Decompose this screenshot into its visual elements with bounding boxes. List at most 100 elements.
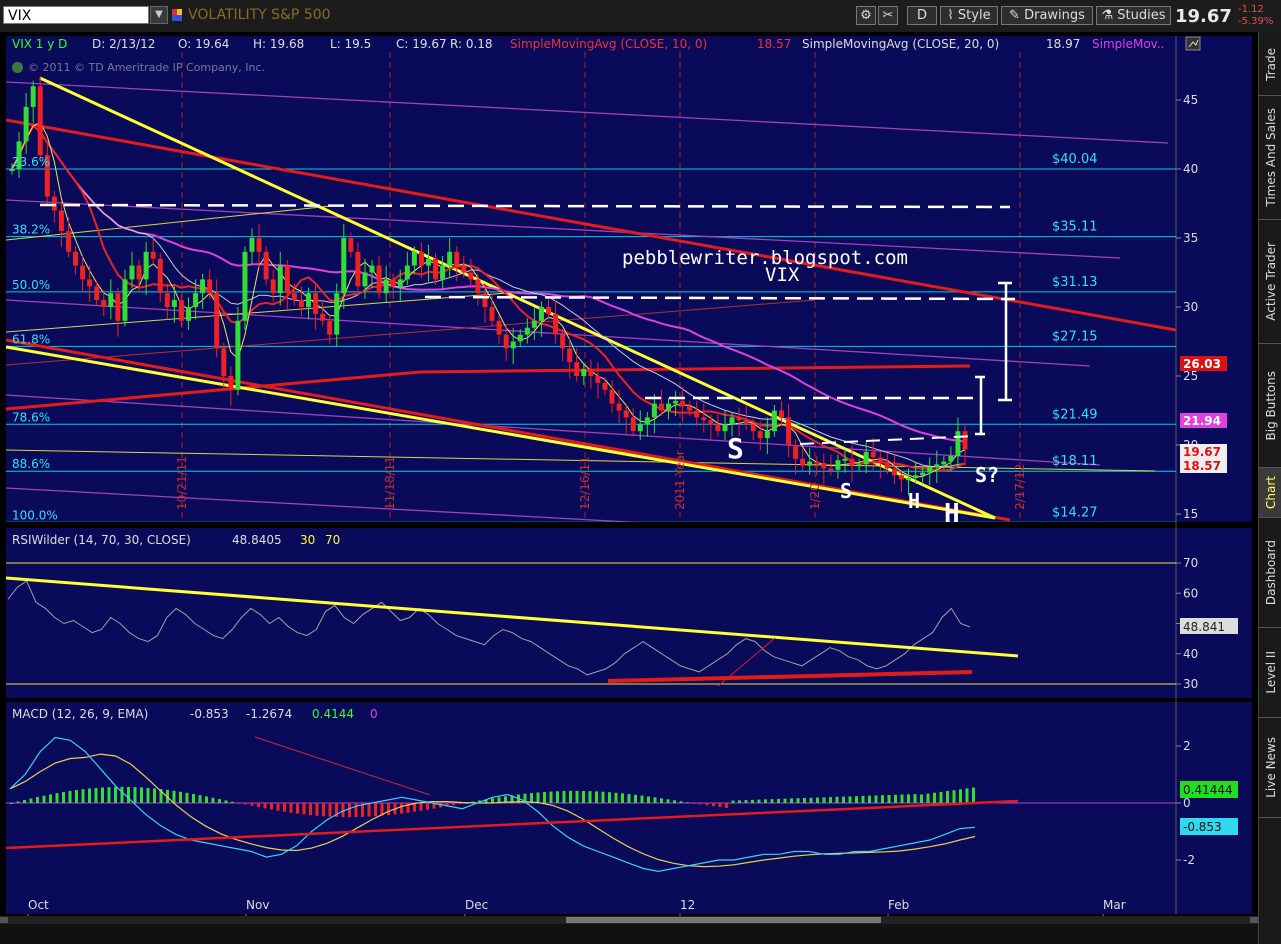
macd-histogram-bar	[673, 800, 676, 803]
rsi-panel[interactable]	[6, 528, 1252, 698]
macd-histogram-bar	[289, 803, 293, 813]
candle-body	[277, 265, 283, 294]
fib-value-label: $27.15	[1052, 329, 1098, 344]
flask-icon: ⚗	[1101, 8, 1114, 23]
candle-body	[475, 279, 481, 294]
candle-body	[362, 272, 368, 287]
x-axis-label: Dec	[465, 898, 488, 912]
macd-histogram-bar	[133, 787, 137, 803]
scroll-right-icon[interactable]	[1250, 917, 1258, 923]
macd-histogram-bar	[640, 795, 644, 803]
candle-body	[425, 258, 431, 266]
time-scrollbar[interactable]	[0, 916, 1258, 944]
badge-sma-mid: 21.94	[1183, 414, 1221, 428]
rsi-os: 70	[325, 533, 340, 547]
macd-histogram-bar	[666, 799, 670, 803]
panel-maximize-icon[interactable]	[1185, 36, 1201, 51]
macd-histogram-bar	[23, 799, 26, 803]
candle-body	[129, 265, 135, 280]
candle-body	[291, 293, 297, 301]
style-button[interactable]: ⌇ Style	[940, 6, 998, 25]
sidebar-tab-trade[interactable]: Trade	[1259, 34, 1281, 96]
macd-panel[interactable]	[6, 702, 1252, 914]
candle-body	[263, 251, 269, 280]
macd-histogram-bar	[731, 800, 735, 803]
open-label: O: 19.64	[178, 37, 229, 51]
link-icon[interactable]: ✂	[878, 6, 898, 25]
vix-chart[interactable]: VIX 1 y D D: 2/13/12 O: 19.64 H: 19.68 L…	[0, 32, 1258, 944]
scroll-left-icon[interactable]	[0, 917, 8, 923]
candle-body	[510, 341, 516, 349]
candle-body	[588, 369, 594, 376]
net-change: -1.12	[1238, 4, 1264, 15]
candle-body	[786, 417, 792, 445]
percent-change: -5.39%	[1238, 16, 1274, 27]
macd-avg: -1.2674	[246, 707, 292, 721]
sidebar-tab-label: Dashboard	[1263, 539, 1278, 606]
studies-button[interactable]: ⚗ Studies	[1096, 6, 1171, 25]
macd-histogram-bar	[88, 788, 91, 803]
x-axis-label: Nov	[246, 898, 269, 912]
pencil-icon: ✎	[1009, 8, 1020, 23]
macd-histogram-bar	[738, 800, 741, 803]
macd-histogram-bar	[926, 793, 930, 803]
chart-settings-icon[interactable]: ⚙	[856, 6, 876, 25]
macd-histogram-bar	[842, 796, 845, 803]
candle-body	[609, 389, 615, 404]
x-axis-label: Mar	[1103, 898, 1126, 912]
candle-body	[553, 313, 559, 335]
fib-pct-label: 50.0%	[12, 278, 50, 292]
candle-body	[397, 279, 403, 287]
macd-histogram-bar	[198, 795, 202, 803]
candle-body	[185, 307, 191, 321]
candle-body	[87, 279, 93, 287]
macd-histogram-bar	[835, 796, 839, 803]
symbol-input[interactable]: VIX	[3, 6, 149, 24]
candle-body	[658, 403, 664, 411]
macd-histogram-bar	[699, 803, 702, 805]
candle-body	[538, 307, 544, 321]
price-axis-label: 25	[1183, 369, 1198, 383]
macd-histogram-bar	[764, 799, 767, 803]
candle-body	[927, 467, 933, 473]
sidebar-tab-level-ii[interactable]: Level II	[1259, 628, 1281, 718]
macd-histogram-bar	[913, 794, 917, 803]
macd-histogram-bar	[10, 803, 13, 804]
chart-toolbar: VIX ▼ VOLATILITY S&P 500 ⚙ ✂ D ⌇ Style ✎…	[0, 0, 1281, 33]
macd-histogram-bar	[887, 795, 891, 803]
candle-body	[482, 293, 488, 307]
macd-histogram-bar	[101, 787, 104, 803]
sidebar-tab-active-trader[interactable]: Active Trader	[1259, 220, 1281, 344]
symbol-dropdown-button[interactable]: ▼	[150, 6, 168, 24]
candle-body	[863, 451, 869, 465]
sidebar-tab-dashboard[interactable]: Dashboard	[1259, 518, 1281, 628]
style-icon: ⌇	[947, 8, 954, 23]
scrollbar-thumb[interactable]	[566, 917, 881, 923]
candle-body	[256, 238, 262, 252]
date-marker-label: 12/16/11	[578, 456, 592, 510]
date-marker-label: 1/20	[808, 483, 822, 510]
candle-body	[764, 431, 770, 439]
sidebar-tab-live-news[interactable]: Live News	[1259, 718, 1281, 818]
macd-histogram-bar	[705, 803, 709, 806]
candle-body	[821, 462, 827, 469]
flag-icon[interactable]	[172, 9, 182, 21]
macd-histogram-bar	[868, 795, 871, 803]
macd-histogram-bar	[939, 791, 943, 803]
drawings-button[interactable]: ✎ Drawings	[1001, 6, 1093, 25]
candle-body	[623, 410, 629, 418]
candle-body	[567, 348, 573, 363]
macd-histogram-bar	[822, 797, 826, 803]
candle-body	[108, 293, 114, 307]
badge-sma-purple: 26.03	[1183, 357, 1221, 371]
price-axis-label: 35	[1183, 231, 1198, 245]
rsi-axis-label: 60	[1183, 586, 1198, 600]
sidebar-tab-times-and-sales[interactable]: Times And Sales	[1259, 96, 1281, 220]
period-button[interactable]: D	[907, 6, 937, 25]
macd-histogram-bar	[647, 796, 650, 803]
sidebar-tab-label: Trade	[1263, 48, 1278, 81]
sidebar-tab-chart[interactable]: Chart	[1259, 468, 1281, 518]
candle-body	[23, 106, 29, 142]
candle-body	[334, 293, 340, 335]
sidebar-tab-big-buttons[interactable]: Big Buttons	[1259, 344, 1281, 468]
